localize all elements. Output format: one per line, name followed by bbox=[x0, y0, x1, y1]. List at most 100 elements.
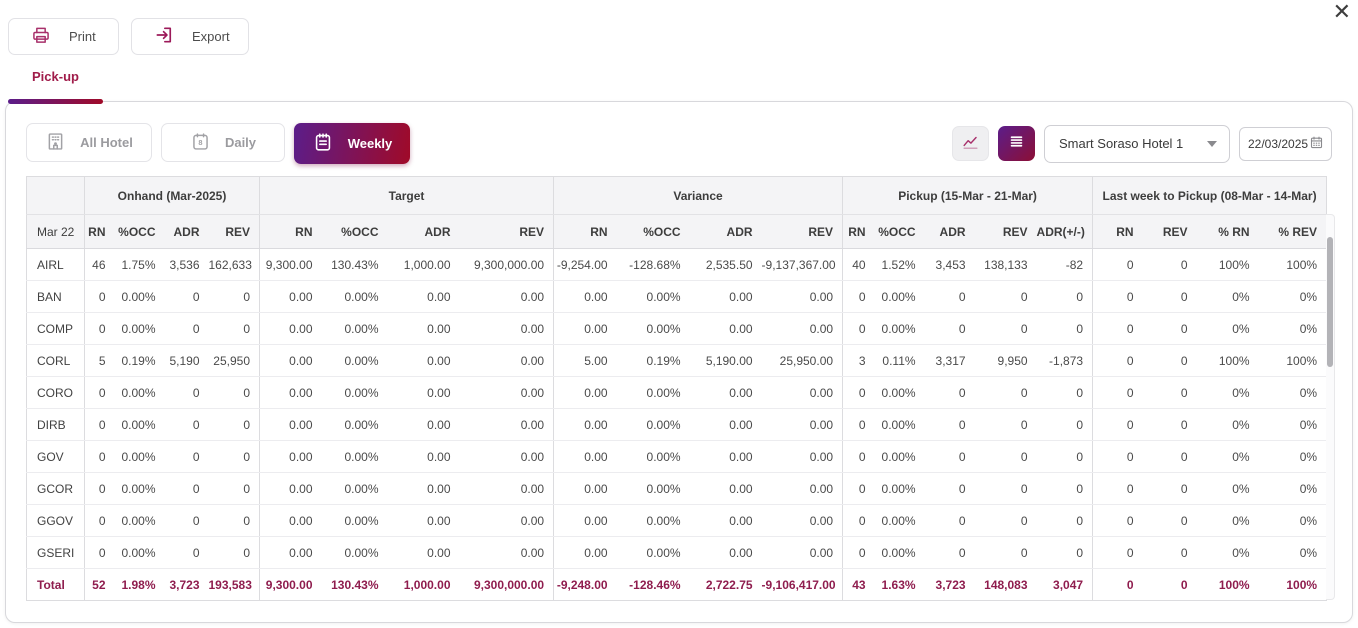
table-cell: 100% bbox=[1259, 249, 1327, 281]
table-cell: 0 bbox=[1037, 377, 1093, 409]
pickup-panel: All Hotel 8 Daily bbox=[5, 101, 1353, 623]
table-cell: 0.00 bbox=[690, 281, 762, 313]
table-cell: 0.00% bbox=[617, 313, 690, 345]
table-cell: 0 bbox=[1037, 441, 1093, 473]
table-cell: 0.00 bbox=[460, 281, 554, 313]
table-cell: 0.00 bbox=[460, 377, 554, 409]
table-cell: 0.00% bbox=[617, 377, 690, 409]
table-cell: 0.00% bbox=[115, 313, 165, 345]
table-cell: 0 bbox=[85, 537, 115, 569]
table-cell: 9,300,000.00 bbox=[460, 249, 554, 281]
table-cell: 1.98% bbox=[115, 569, 165, 601]
table-cell: 0 bbox=[975, 313, 1037, 345]
row-label: CORO bbox=[27, 377, 85, 409]
table-cell: 0 bbox=[925, 281, 975, 313]
table-cell: 0.00 bbox=[460, 313, 554, 345]
row-label: AIRL bbox=[27, 249, 85, 281]
all-hotel-button[interactable]: All Hotel bbox=[26, 123, 152, 162]
table-cell: 0.00 bbox=[554, 281, 617, 313]
table-cell: 0.00 bbox=[690, 473, 762, 505]
tab-underline-indicator bbox=[8, 99, 103, 104]
table-cell: 0 bbox=[209, 537, 260, 569]
table-cell: 0 bbox=[1143, 249, 1197, 281]
column-header: ADR bbox=[690, 215, 762, 249]
table-cell: 0.00 bbox=[762, 441, 843, 473]
all-hotel-label: All Hotel bbox=[80, 135, 133, 150]
table-cell: 0 bbox=[1143, 537, 1197, 569]
table-cell: 0.00 bbox=[762, 377, 843, 409]
column-group-header: Pickup (15-Mar - 21-Mar) bbox=[843, 177, 1093, 215]
table-cell: 0% bbox=[1259, 313, 1327, 345]
column-header: ADR bbox=[388, 215, 460, 249]
table-cell: 0.00% bbox=[617, 441, 690, 473]
close-icon[interactable]: ✕ bbox=[1333, 1, 1351, 23]
column-group-header: Variance bbox=[554, 177, 843, 215]
table-row: BAN00.00%000.000.00%0.000.000.000.00%0.0… bbox=[27, 281, 1327, 313]
table-cell: 0 bbox=[843, 441, 875, 473]
table-cell: 0 bbox=[165, 441, 209, 473]
weekly-button[interactable]: Weekly bbox=[294, 123, 410, 164]
table-cell: 0.00 bbox=[388, 345, 460, 377]
export-icon bbox=[154, 25, 174, 48]
table-cell: 0.00% bbox=[875, 377, 925, 409]
table-row: COMP00.00%000.000.00%0.000.000.000.00%0.… bbox=[27, 313, 1327, 345]
row-label: GGOV bbox=[27, 505, 85, 537]
vertical-scrollbar[interactable] bbox=[1326, 214, 1335, 600]
date-input[interactable]: 22/03/2025 bbox=[1239, 127, 1332, 161]
table-cell: 148,083 bbox=[975, 569, 1037, 601]
chevron-down-icon bbox=[1207, 141, 1217, 147]
table-total-row: Total521.98%3,723193,5839,300.00130.43%1… bbox=[27, 569, 1327, 601]
toolbar-right-group: Smart Soraso Hotel 1 22/03/2025 bbox=[952, 125, 1332, 163]
table-cell: 0.00% bbox=[875, 441, 925, 473]
print-button[interactable]: Print bbox=[8, 18, 119, 55]
column-header: %OCC bbox=[617, 215, 690, 249]
table-cell: 9,300,000.00 bbox=[460, 569, 554, 601]
tab-pickup[interactable]: Pick-up bbox=[8, 69, 103, 92]
table-cell: 0.19% bbox=[617, 345, 690, 377]
table-cell: 0.00% bbox=[875, 473, 925, 505]
table-cell: 0.00 bbox=[690, 441, 762, 473]
row-label: COMP bbox=[27, 313, 85, 345]
table-cell: 0.00 bbox=[554, 377, 617, 409]
table-cell: 0 bbox=[925, 409, 975, 441]
table-cell: 0.00 bbox=[260, 537, 322, 569]
row-label: GSERI bbox=[27, 537, 85, 569]
chart-view-button[interactable] bbox=[952, 126, 989, 161]
hotel-select[interactable]: Smart Soraso Hotel 1 bbox=[1044, 125, 1230, 163]
table-cell: 0 bbox=[165, 505, 209, 537]
column-header: ADR bbox=[925, 215, 975, 249]
weekly-label: Weekly bbox=[348, 136, 393, 151]
daily-calendar-icon: 8 bbox=[190, 131, 211, 155]
table-cell: 1,000.00 bbox=[388, 569, 460, 601]
table-cell: 3,536 bbox=[165, 249, 209, 281]
table-cell: 0 bbox=[165, 281, 209, 313]
table-cell: 0.00 bbox=[460, 441, 554, 473]
export-button[interactable]: Export bbox=[131, 18, 249, 55]
table-cell: 0.00 bbox=[690, 409, 762, 441]
table-corner-cell bbox=[27, 177, 85, 215]
table-cell: 0 bbox=[1093, 409, 1143, 441]
scrollbar-thumb[interactable] bbox=[1327, 237, 1333, 367]
table-cell: 0.00 bbox=[460, 537, 554, 569]
table-cell: 3,453 bbox=[925, 249, 975, 281]
table-cell: 0 bbox=[925, 377, 975, 409]
row-label: GCOR bbox=[27, 473, 85, 505]
table-cell: 0.00 bbox=[260, 345, 322, 377]
daily-button[interactable]: 8 Daily bbox=[161, 123, 285, 162]
table-row: GGOV00.00%000.000.00%0.000.000.000.00%0.… bbox=[27, 505, 1327, 537]
table-cell: 0 bbox=[1093, 505, 1143, 537]
table-cell: 0 bbox=[975, 281, 1037, 313]
table-cell: 0.00% bbox=[322, 313, 388, 345]
table-cell: 0.00 bbox=[388, 377, 460, 409]
table-cell: 0 bbox=[165, 377, 209, 409]
table-cell: 0.00 bbox=[388, 313, 460, 345]
table-cell: 0 bbox=[165, 409, 209, 441]
table-cell: 0 bbox=[1093, 441, 1143, 473]
table-cell: 0.00% bbox=[617, 537, 690, 569]
table-cell: 0.00 bbox=[762, 537, 843, 569]
print-button-label: Print bbox=[69, 29, 96, 44]
table-view-button[interactable] bbox=[998, 126, 1035, 161]
top-action-bar: Print Export bbox=[0, 0, 1358, 55]
table-cell: 0.00 bbox=[388, 441, 460, 473]
table-cell: 0 bbox=[209, 377, 260, 409]
